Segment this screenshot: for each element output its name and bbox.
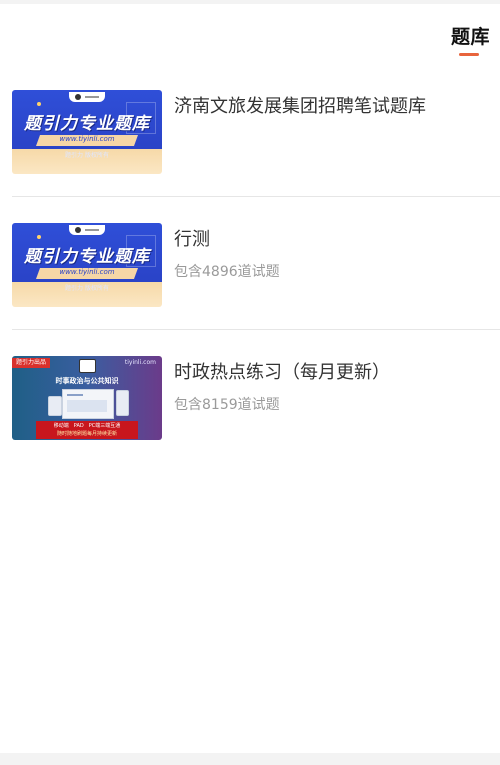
thumbnail-badge: 题引力出品 — [12, 358, 51, 368]
desktop-screen-icon — [62, 389, 114, 419]
thumbnail-url: www.tiyinli.com — [59, 268, 115, 276]
item-thumbnail: 题引力出品 tiyinli.com 时事政治与公共知识 移动端 PAD PC端三… — [12, 356, 162, 440]
tab-question-bank[interactable]: 题库 — [451, 22, 490, 49]
item-thumbnail: 题引力专业题库 www.tiyinli.com 题引力 版权所有 — [12, 90, 162, 174]
list-item[interactable]: 题引力出品 tiyinli.com 时事政治与公共知识 移动端 PAD PC端三… — [0, 330, 500, 463]
item-question-count: 包含8159道试题 — [174, 397, 280, 413]
thumbnail-copyright: 题引力 版权所有 — [65, 285, 109, 292]
item-title: 行测 — [174, 229, 210, 250]
item-title: 时政热点练习（每月更新） — [174, 362, 390, 383]
thumbnail-heading: 题引力专业题库 — [24, 114, 150, 134]
item-thumbnail: 题引力专业题库 www.tiyinli.com 题引力 版权所有 — [12, 223, 162, 307]
list-item[interactable]: 题引力专业题库 www.tiyinli.com 题引力 版权所有 行测 包含48… — [0, 197, 500, 330]
question-bank-list: 题引力专业题库 www.tiyinli.com 题引力 版权所有 济南文旅发展集… — [0, 64, 500, 463]
bottom-bar — [0, 753, 500, 765]
thumbnail-copyright: 题引力 版权所有 — [65, 152, 109, 159]
brand-logo-icon — [79, 359, 96, 373]
star-decoration-icon — [37, 235, 41, 239]
thumbnail-banner-line2: 随时随地刷题每月持续更新 — [56, 431, 117, 437]
thumbnail-banner-line1: 移动端 PAD PC端三端互通 — [53, 423, 121, 429]
thumbnail-heading: 时事政治与公共知识 — [55, 377, 119, 385]
item-title: 济南文旅发展集团招聘笔试题库 — [174, 96, 426, 117]
tablet-icon — [48, 396, 62, 416]
tab-active-indicator — [459, 53, 479, 56]
thumbnail-heading: 题引力专业题库 — [24, 247, 150, 267]
phone-icon — [116, 390, 129, 416]
brand-logo-icon — [69, 225, 105, 235]
list-item[interactable]: 题引力专业题库 www.tiyinli.com 题引力 版权所有 济南文旅发展集… — [0, 64, 500, 197]
thumbnail-site: tiyinli.com — [124, 359, 156, 366]
thumbnail-url: www.tiyinli.com — [59, 135, 115, 143]
header: 题库 — [0, 4, 500, 60]
star-decoration-icon — [37, 102, 41, 106]
brand-logo-icon — [69, 92, 105, 102]
item-question-count: 包含4896道试题 — [174, 264, 280, 280]
